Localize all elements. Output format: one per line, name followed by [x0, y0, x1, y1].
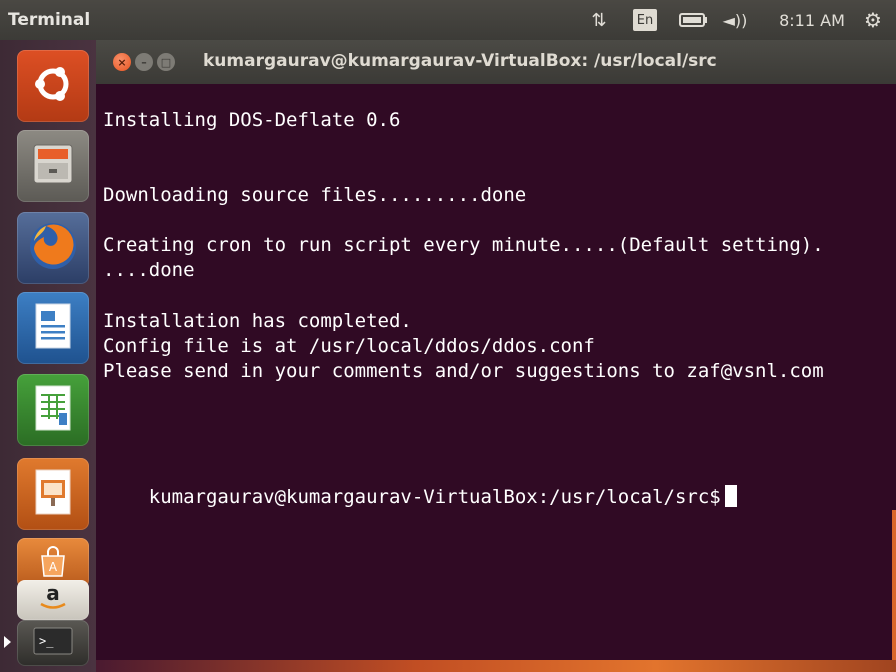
terminal-line: Installation has completed.	[103, 310, 412, 332]
window-titlebar[interactable]: × – □ kumargaurav@kumargaurav-VirtualBox…	[96, 40, 896, 85]
terminal-prompt-line: kumargaurav@kumargaurav-VirtualBox:/usr/…	[103, 460, 737, 535]
maximize-icon: □	[160, 55, 172, 69]
launcher: A a >_	[0, 40, 97, 672]
launcher-item-firefox[interactable]	[17, 212, 89, 284]
launcher-item-writer[interactable]	[17, 292, 89, 364]
file-cabinet-icon	[30, 141, 76, 191]
terminal-line: Installing DOS-Deflate 0.6	[103, 109, 401, 131]
spreadsheet-icon	[33, 384, 73, 436]
close-button[interactable]: ×	[113, 53, 131, 71]
top-panel: Terminal ⇅ En ◄)) 8:11 AM ⚙	[0, 0, 896, 40]
text-cursor	[724, 485, 737, 507]
terminal-line: Downloading source files.........done	[103, 184, 527, 206]
maximize-button[interactable]: □	[157, 53, 175, 71]
terminal-line: ....done	[103, 259, 195, 281]
power-gear-icon[interactable]: ⚙	[858, 8, 888, 32]
volume-icon[interactable]: ◄))	[715, 8, 755, 32]
keyboard-indicator[interactable]: En	[633, 9, 657, 31]
close-icon: ×	[117, 55, 127, 69]
amazon-icon: a	[33, 581, 73, 617]
writer-document-icon	[33, 302, 73, 354]
terminal-line: Config file is at /usr/local/ddos/ddos.c…	[103, 335, 595, 357]
shopping-bag-icon: A	[36, 544, 70, 582]
launcher-item-amazon[interactable]: a	[17, 580, 89, 620]
desktop-wallpaper-edge	[892, 510, 896, 670]
launcher-item-impress[interactable]	[17, 458, 89, 530]
minimize-button[interactable]: –	[135, 53, 153, 71]
ubuntu-logo-icon	[31, 62, 75, 110]
launcher-active-indicator	[4, 636, 11, 648]
active-app-name: Terminal	[8, 10, 91, 30]
battery-icon[interactable]	[676, 8, 712, 32]
terminal-icon: >_	[33, 627, 73, 659]
terminal-output[interactable]: Installing DOS-Deflate 0.6 Downloading s…	[96, 84, 896, 672]
launcher-item-files[interactable]	[17, 130, 89, 202]
shell-prompt: kumargaurav@kumargaurav-VirtualBox:/usr/…	[148, 486, 721, 508]
svg-text:a: a	[46, 583, 60, 605]
launcher-item-calc[interactable]	[17, 374, 89, 446]
clock[interactable]: 8:11 AM	[768, 8, 856, 32]
launcher-item-dash-home[interactable]	[17, 50, 89, 122]
network-icon[interactable]: ⇅	[585, 8, 613, 32]
presentation-icon	[33, 468, 73, 520]
svg-text:>_: >_	[39, 634, 54, 648]
svg-text:A: A	[49, 560, 58, 574]
firefox-icon	[26, 219, 80, 277]
desktop-wallpaper-strip	[96, 660, 896, 672]
window-title: kumargaurav@kumargaurav-VirtualBox: /usr…	[203, 51, 717, 71]
terminal-line: Please send in your comments and/or sugg…	[103, 360, 824, 382]
terminal-line: Creating cron to run script every minute…	[103, 234, 824, 256]
minimize-icon: –	[141, 55, 147, 69]
launcher-item-terminal[interactable]: >_	[17, 620, 89, 666]
